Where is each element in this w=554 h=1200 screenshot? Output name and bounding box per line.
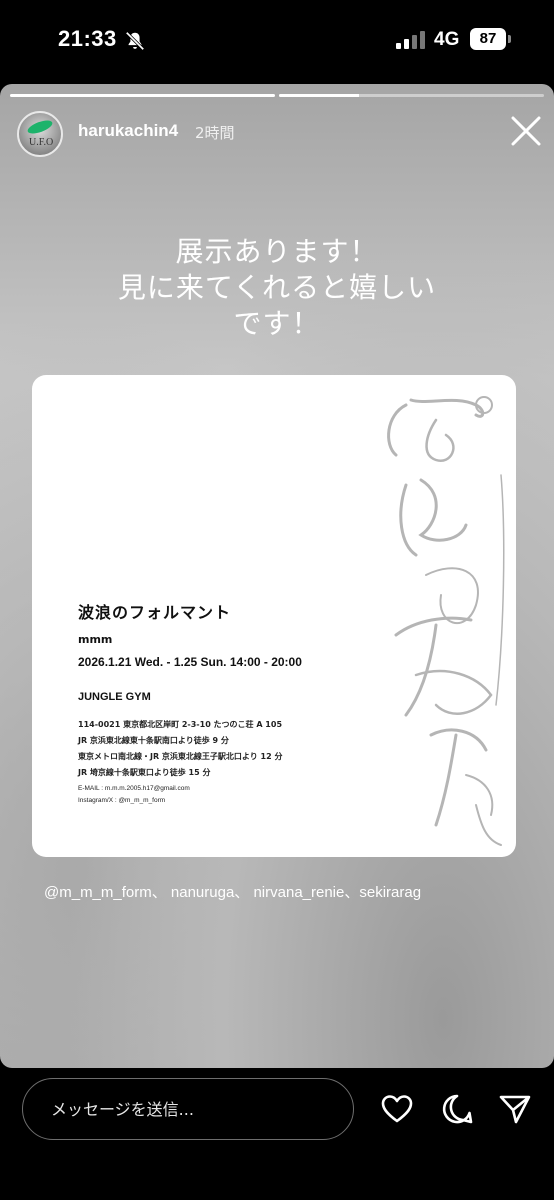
avatar-logo-text: U.F.O [29, 137, 54, 148]
battery-tip [508, 35, 511, 43]
flyer-address: 114-0021 東京都北区岸町 2-3-10 たつのこ荘 A 105 JR 京… [78, 717, 282, 781]
progress-segment [10, 94, 275, 97]
silent-bell-icon [125, 31, 145, 51]
caption-line: 展示あります！ [175, 235, 379, 268]
flyer-contact: E-MAIL : m.m.m.2005.h17@gmail.com Instag… [78, 783, 190, 807]
flyer-instagram: Instagram/X : @m_m_m_form [78, 797, 166, 804]
cellular-signal-icon [396, 31, 426, 49]
progress-fill [10, 94, 275, 97]
flyer-artist: mmm [78, 633, 113, 646]
username[interactable]: harukachin4 [78, 121, 178, 141]
story-caption: 展示あります！ 見に来てくれると嬉しい です！ [0, 234, 554, 342]
flyer-venue: JUNGLE GYM [78, 691, 151, 703]
exhibition-flyer[interactable]: 波浪のフォルマント mmm 2026.1.21 Wed. - 1.25 Sun.… [32, 375, 516, 857]
status-bar: 21:33 4G 87 [0, 0, 554, 84]
address-line: 114-0021 東京都北区岸町 2-3-10 たつのこ荘 A 105 [78, 720, 283, 729]
status-time: 21:33 [58, 26, 117, 51]
address-line: 東京メトロ南北線・JR 京浜東北線王子駅北口より 12 分 [78, 752, 283, 761]
progress-segment [279, 94, 544, 97]
comment-icon[interactable] [440, 1092, 474, 1126]
story-viewer[interactable]: U.F.O harukachin4 2時間 展示あります！ 見に来てくれると嬉し… [0, 84, 554, 1068]
flyer-dates: 2026.1.21 Wed. - 1.25 Sun. 14:00 - 20:00 [78, 655, 302, 669]
story-progress [10, 94, 544, 97]
flyer-title: 波浪のフォルマント [78, 603, 232, 622]
caption-line: です！ [233, 307, 321, 340]
calligraphy-artwork [387, 396, 505, 846]
progress-fill [279, 94, 359, 97]
close-icon[interactable] [509, 114, 543, 148]
flyer-email: E-MAIL : m.m.m.2005.h17@gmail.com [78, 785, 190, 792]
address-line: JR 京浜東北線東十条駅南口より徒歩 9 分 [78, 736, 229, 745]
reply-bar [0, 1068, 554, 1200]
story-mentions[interactable]: @m_m_m_form、 nanuruga、 nirvana_renie、sek… [44, 881, 421, 902]
send-icon[interactable] [498, 1092, 532, 1126]
ufo-logo [26, 117, 54, 137]
heart-icon[interactable] [380, 1092, 414, 1126]
address-line: JR 埼京線十条駅東口より徒歩 15 分 [78, 768, 211, 777]
message-input[interactable] [22, 1078, 354, 1140]
battery-indicator: 87 [470, 28, 506, 50]
caption-line: 見に来てくれると嬉しい [117, 271, 437, 304]
network-type: 4G [434, 29, 460, 50]
post-time: 2時間 [195, 124, 235, 142]
avatar[interactable]: U.F.O [17, 111, 63, 157]
